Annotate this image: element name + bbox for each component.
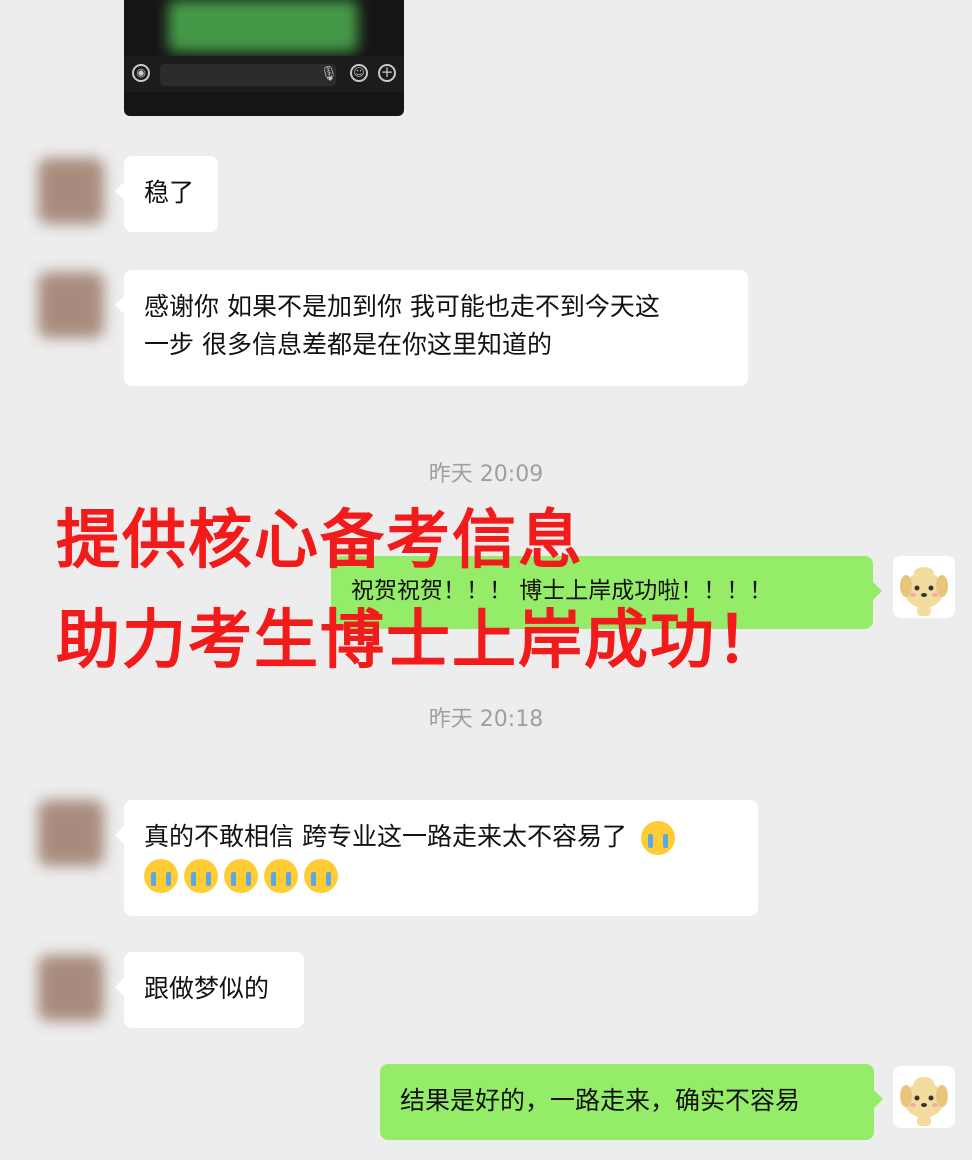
emoji-icon: ☺ xyxy=(350,64,368,82)
message-text-line: 感谢你 如果不是加到你 我可能也走不到今天这 xyxy=(144,292,660,321)
timestamp: 昨天 20:09 xyxy=(428,462,544,487)
puppy-avatar-icon xyxy=(893,1066,955,1128)
microphone-icon: 🎙 xyxy=(320,66,338,82)
message-text: 结果是好的，一路走来，确实不容易 xyxy=(400,1086,801,1115)
message-text: 真的不敢相信 跨专业这一路走来太不容易了 xyxy=(144,822,627,851)
self-avatar[interactable] xyxy=(893,556,955,618)
contact-avatar[interactable] xyxy=(38,272,104,338)
timestamp: 昨天 20:18 xyxy=(428,707,544,732)
loudly-crying-face-emoji xyxy=(264,859,298,893)
blurred-message-preview xyxy=(168,0,358,52)
loudly-crying-face-emoji xyxy=(224,859,258,893)
self-avatar[interactable] xyxy=(893,1066,955,1128)
shared-screenshot-image[interactable]: ◉ 🎙 ☺ + xyxy=(124,0,404,116)
self-message-bubble[interactable]: 结果是好的，一路走来，确实不容易 xyxy=(380,1064,883,1140)
message-text: 稳了 xyxy=(144,178,195,207)
message-text: 跟做梦似的 xyxy=(144,974,270,1003)
plus-icon: + xyxy=(378,64,396,82)
contact-avatar[interactable] xyxy=(38,955,104,1021)
message-text-line: 一步 很多信息差都是在你这里知道的 xyxy=(144,330,552,359)
promo-overlay-line-1: 提供核心备考信息 xyxy=(56,504,584,578)
contact-avatar[interactable] xyxy=(38,158,104,224)
emoji-row xyxy=(144,856,738,894)
voice-icon: ◉ xyxy=(132,64,150,82)
message-bubble[interactable]: 跟做梦似的 xyxy=(115,952,304,1028)
contact-avatar[interactable] xyxy=(38,800,104,866)
puppy-avatar-icon xyxy=(893,556,955,618)
message-text-line: 真的不敢相信 跨专业这一路走来太不容易了 xyxy=(144,818,738,856)
message-bubble[interactable]: 真的不敢相信 跨专业这一路走来太不容易了 xyxy=(115,800,758,916)
screenshot-text-field xyxy=(160,64,336,86)
loudly-crying-face-emoji xyxy=(184,859,218,893)
loudly-crying-face-emoji xyxy=(640,821,675,855)
message-bubble[interactable]: 稳了 xyxy=(115,156,218,232)
promo-overlay-line-2: 助力考生博士上岸成功！ xyxy=(56,604,782,678)
message-bubble[interactable]: 感谢你 如果不是加到你 我可能也走不到今天这 一步 很多信息差都是在你这里知道的 xyxy=(115,270,748,386)
loudly-crying-face-emoji xyxy=(304,859,338,893)
loudly-crying-face-emoji xyxy=(144,859,178,893)
